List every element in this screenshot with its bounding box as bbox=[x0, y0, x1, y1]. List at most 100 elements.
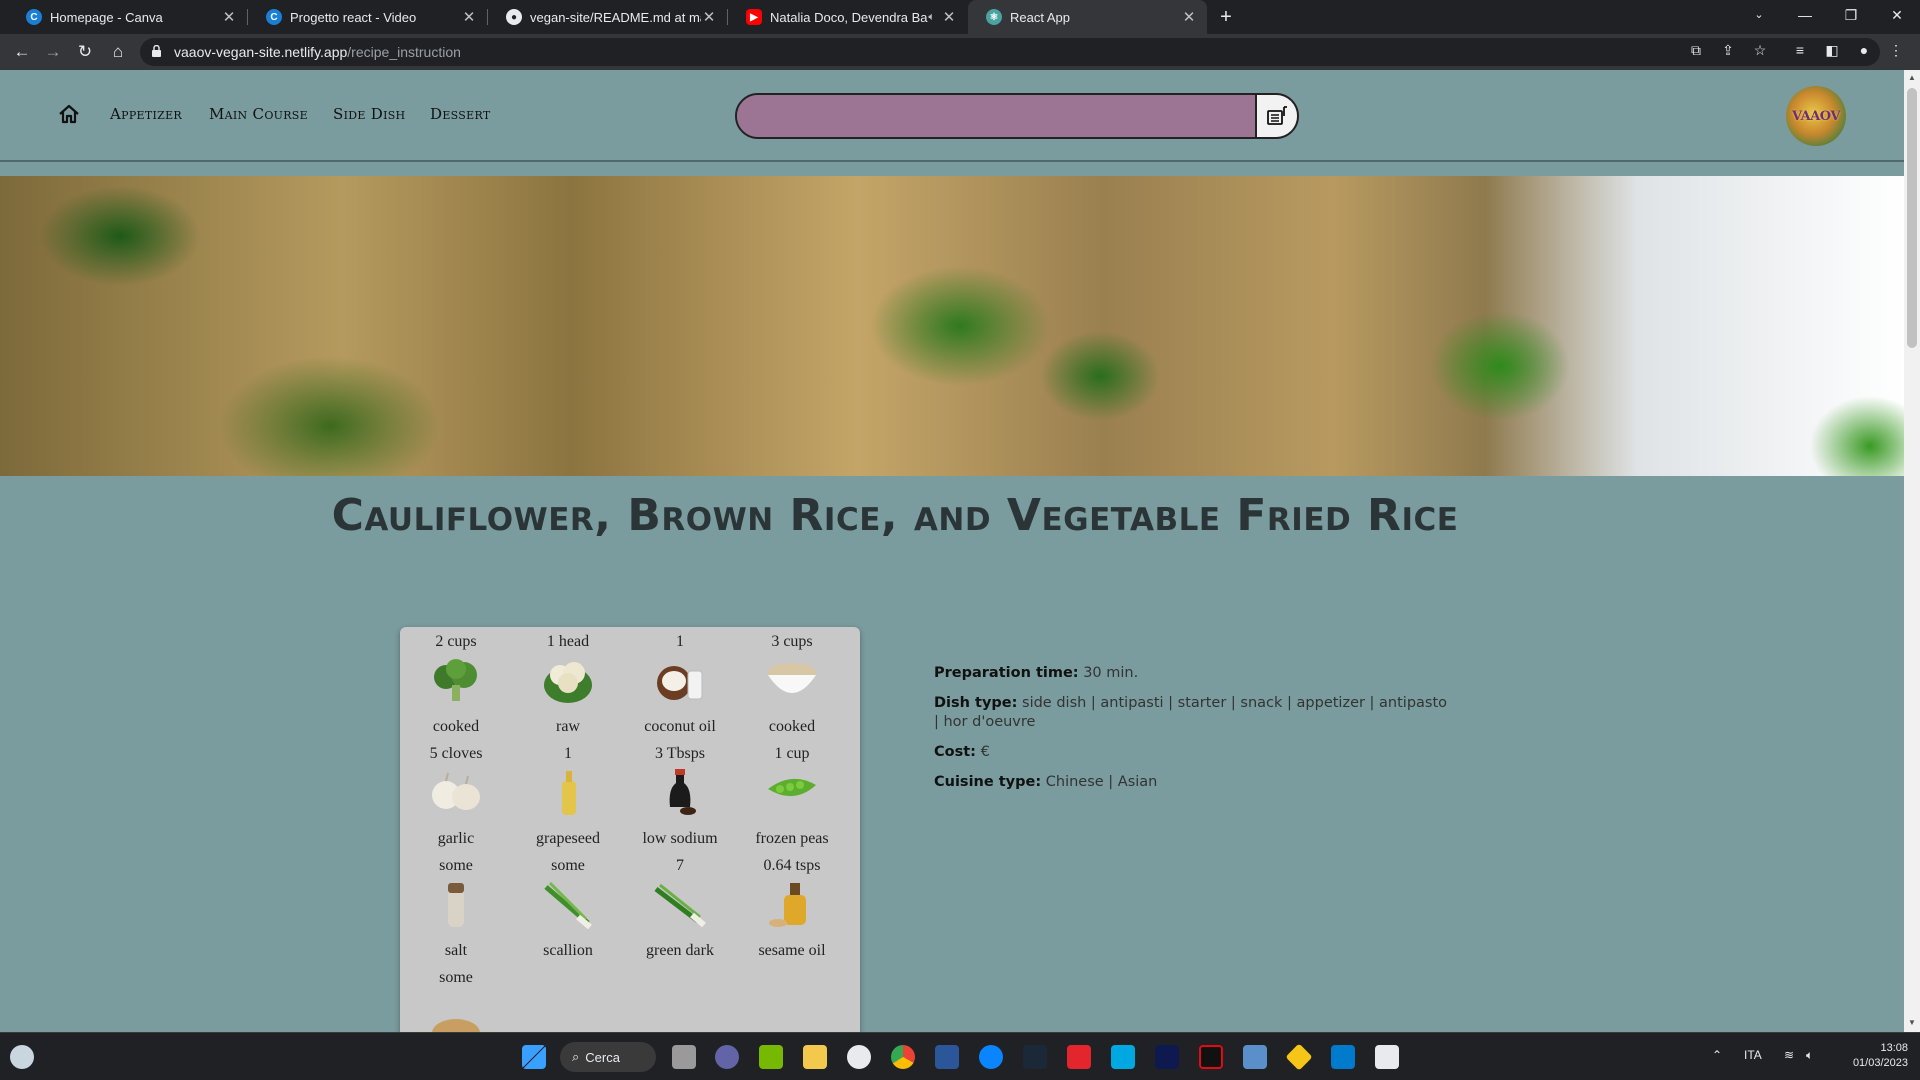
ingredient-item: 5 cloves garlic bbox=[400, 739, 512, 851]
ingredient-name: coconut oil bbox=[644, 718, 716, 735]
side-panel-icon[interactable]: ◧ bbox=[1822, 40, 1842, 60]
site-navbar: Appetizer Main Course Side Dish Dessert … bbox=[0, 70, 1904, 162]
disney-plus-icon[interactable] bbox=[1155, 1045, 1179, 1069]
browser-tab-strip: C Homepage - Canva ✕ C Progetto react - … bbox=[0, 0, 1920, 34]
tab-search-button[interactable]: ⌄ bbox=[1736, 0, 1782, 34]
new-tab-button[interactable]: + bbox=[1213, 4, 1239, 30]
tab-github-readme[interactable]: ● vegan-site/README.md at main ✕ bbox=[488, 0, 727, 34]
back-button[interactable]: ← bbox=[10, 40, 34, 64]
ingredient-name: cooked bbox=[768, 718, 816, 735]
url-text: vaaov-vegan-site.netlify.app/recipe_inst… bbox=[174, 44, 461, 60]
volume-icon[interactable]: 🔈︎ bbox=[1806, 1048, 1813, 1063]
logo-text: VAAOV bbox=[1792, 108, 1840, 124]
acrobat-icon[interactable] bbox=[1067, 1045, 1091, 1069]
close-window-button[interactable]: ✕ bbox=[1874, 0, 1920, 34]
recipe-info: Preparation time: 30 min. Dish type: sid… bbox=[934, 664, 1454, 803]
ingredient-quantity: 0.64 tsps bbox=[763, 857, 821, 874]
ingredient-quantity: 1 cup bbox=[774, 745, 810, 762]
ingredient-name: low sodium bbox=[642, 830, 718, 847]
scroll-up-icon[interactable]: ▲ bbox=[1908, 73, 1916, 82]
search-icon: ⌕ bbox=[572, 1049, 580, 1064]
weather-icon[interactable] bbox=[10, 1045, 34, 1069]
bluetooth-app-icon[interactable] bbox=[979, 1045, 1003, 1069]
ingredient-item: 1 coconut oil bbox=[624, 627, 736, 739]
ingredient-name: green dark bbox=[646, 942, 714, 959]
nav-dessert[interactable]: Dessert bbox=[430, 105, 491, 123]
react-icon: ⚛ bbox=[986, 9, 1002, 25]
ingredient-quantity: some bbox=[439, 969, 473, 986]
vscode-icon[interactable] bbox=[1331, 1045, 1355, 1069]
clock-time: 13:08 bbox=[1880, 1042, 1908, 1054]
tab-progetto-react[interactable]: C Progetto react - Video ✕ bbox=[248, 0, 487, 34]
chrome-icon[interactable] bbox=[891, 1045, 915, 1069]
profile-icon[interactable]: ● bbox=[1854, 40, 1874, 60]
minimize-button[interactable]: — bbox=[1782, 0, 1828, 34]
tab-homepage-canva[interactable]: C Homepage - Canva ✕ bbox=[8, 0, 247, 34]
scrollbar-thumb[interactable] bbox=[1907, 88, 1917, 348]
media-control-icon[interactable]: ≡ bbox=[1790, 40, 1810, 60]
peas-icon bbox=[768, 778, 816, 797]
nav-main-course[interactable]: Main Course bbox=[209, 105, 308, 123]
search-input[interactable] bbox=[737, 95, 1257, 137]
netflix-icon[interactable] bbox=[1199, 1045, 1223, 1069]
system-clock[interactable]: 13:08 01/03/2023 bbox=[1838, 1041, 1908, 1071]
cost-value: € bbox=[980, 744, 990, 760]
nav-appetizer[interactable]: Appetizer bbox=[110, 105, 182, 123]
file-explorer-icon[interactable] bbox=[803, 1045, 827, 1069]
language-indicator[interactable]: ITA bbox=[1744, 1048, 1762, 1062]
tab-youtube[interactable]: ▶ Natalia Doco, Devendra Banh 🔈︎ ✕ bbox=[728, 0, 967, 34]
prep-time: Preparation time: 30 min. bbox=[934, 664, 1454, 683]
sesame-seeds-icon bbox=[432, 1019, 480, 1032]
gitkraken-icon[interactable] bbox=[1285, 1043, 1313, 1071]
salt-shaker-icon bbox=[448, 883, 464, 927]
prime-video-icon[interactable] bbox=[1111, 1045, 1135, 1069]
close-icon[interactable]: ✕ bbox=[941, 8, 957, 26]
url-host: vaaov-vegan-site.netlify.app bbox=[174, 44, 348, 60]
lock-icon bbox=[152, 45, 161, 57]
teams-icon[interactable] bbox=[715, 1045, 739, 1069]
address-bar[interactable]: vaaov-vegan-site.netlify.app/recipe_inst… bbox=[140, 38, 1880, 66]
canva-icon: C bbox=[26, 9, 42, 25]
bookmark-star-icon[interactable]: ☆ bbox=[1750, 40, 1770, 60]
restore-button[interactable]: ❐ bbox=[1828, 0, 1874, 34]
steam-icon[interactable] bbox=[1023, 1045, 1047, 1069]
photos-icon[interactable] bbox=[1243, 1045, 1267, 1069]
scroll-down-icon[interactable]: ▼ bbox=[1908, 1018, 1916, 1027]
page-scrollbar[interactable]: ▲ ▼ bbox=[1904, 70, 1920, 1032]
tab-title: Natalia Doco, Devendra Banh bbox=[770, 9, 929, 25]
wifi-icon[interactable]: ≋ bbox=[1784, 1048, 1794, 1062]
menu-kebab-icon[interactable]: ⋮ bbox=[1886, 40, 1906, 60]
search-button[interactable] bbox=[1255, 95, 1297, 137]
word-icon[interactable] bbox=[935, 1045, 959, 1069]
cost-label: Cost: bbox=[934, 744, 976, 760]
ingredient-quantity: 7 bbox=[676, 857, 684, 874]
snipping-tool-icon[interactable] bbox=[1375, 1045, 1399, 1069]
recipe-search bbox=[735, 93, 1299, 139]
site-logo[interactable]: VAAOV bbox=[1786, 86, 1846, 146]
close-icon[interactable]: ✕ bbox=[461, 8, 477, 26]
nvidia-icon[interactable] bbox=[759, 1045, 783, 1069]
start-icon[interactable] bbox=[522, 1045, 546, 1069]
reload-button[interactable]: ↻ bbox=[73, 40, 97, 64]
home-button[interactable]: ⌂ bbox=[106, 40, 130, 64]
nav-side-dish[interactable]: Side Dish bbox=[333, 105, 405, 123]
share-icon[interactable]: ⇪ bbox=[1718, 40, 1738, 60]
translate-icon[interactable]: ⧉ bbox=[1686, 40, 1706, 60]
dish-type-label: Dish type: bbox=[934, 695, 1018, 711]
ingredient-quantity: 3 Tbsps bbox=[655, 745, 705, 762]
green-onion-icon bbox=[654, 883, 706, 928]
settings-icon[interactable] bbox=[847, 1045, 871, 1069]
taskbar-search[interactable]: ⌕ Cerca bbox=[560, 1042, 656, 1072]
home-icon[interactable] bbox=[58, 103, 80, 125]
url-path: /recipe_instruction bbox=[347, 44, 461, 60]
speaker-icon[interactable]: 🔈︎ bbox=[928, 11, 935, 24]
chevron-up-icon[interactable]: ⌃ bbox=[1712, 1048, 1722, 1062]
close-icon[interactable]: ✕ bbox=[221, 8, 237, 26]
close-icon[interactable]: ✕ bbox=[1181, 8, 1197, 26]
close-icon[interactable]: ✕ bbox=[701, 8, 717, 26]
tab-react-app[interactable]: ⚛ React App ✕ bbox=[968, 0, 1207, 34]
cuisine-type: Cuisine type: Chinese | Asian bbox=[934, 773, 1454, 792]
forward-button[interactable]: → bbox=[41, 40, 65, 64]
task-view-icon[interactable] bbox=[672, 1045, 696, 1069]
ingredient-name: cooked bbox=[432, 718, 480, 735]
